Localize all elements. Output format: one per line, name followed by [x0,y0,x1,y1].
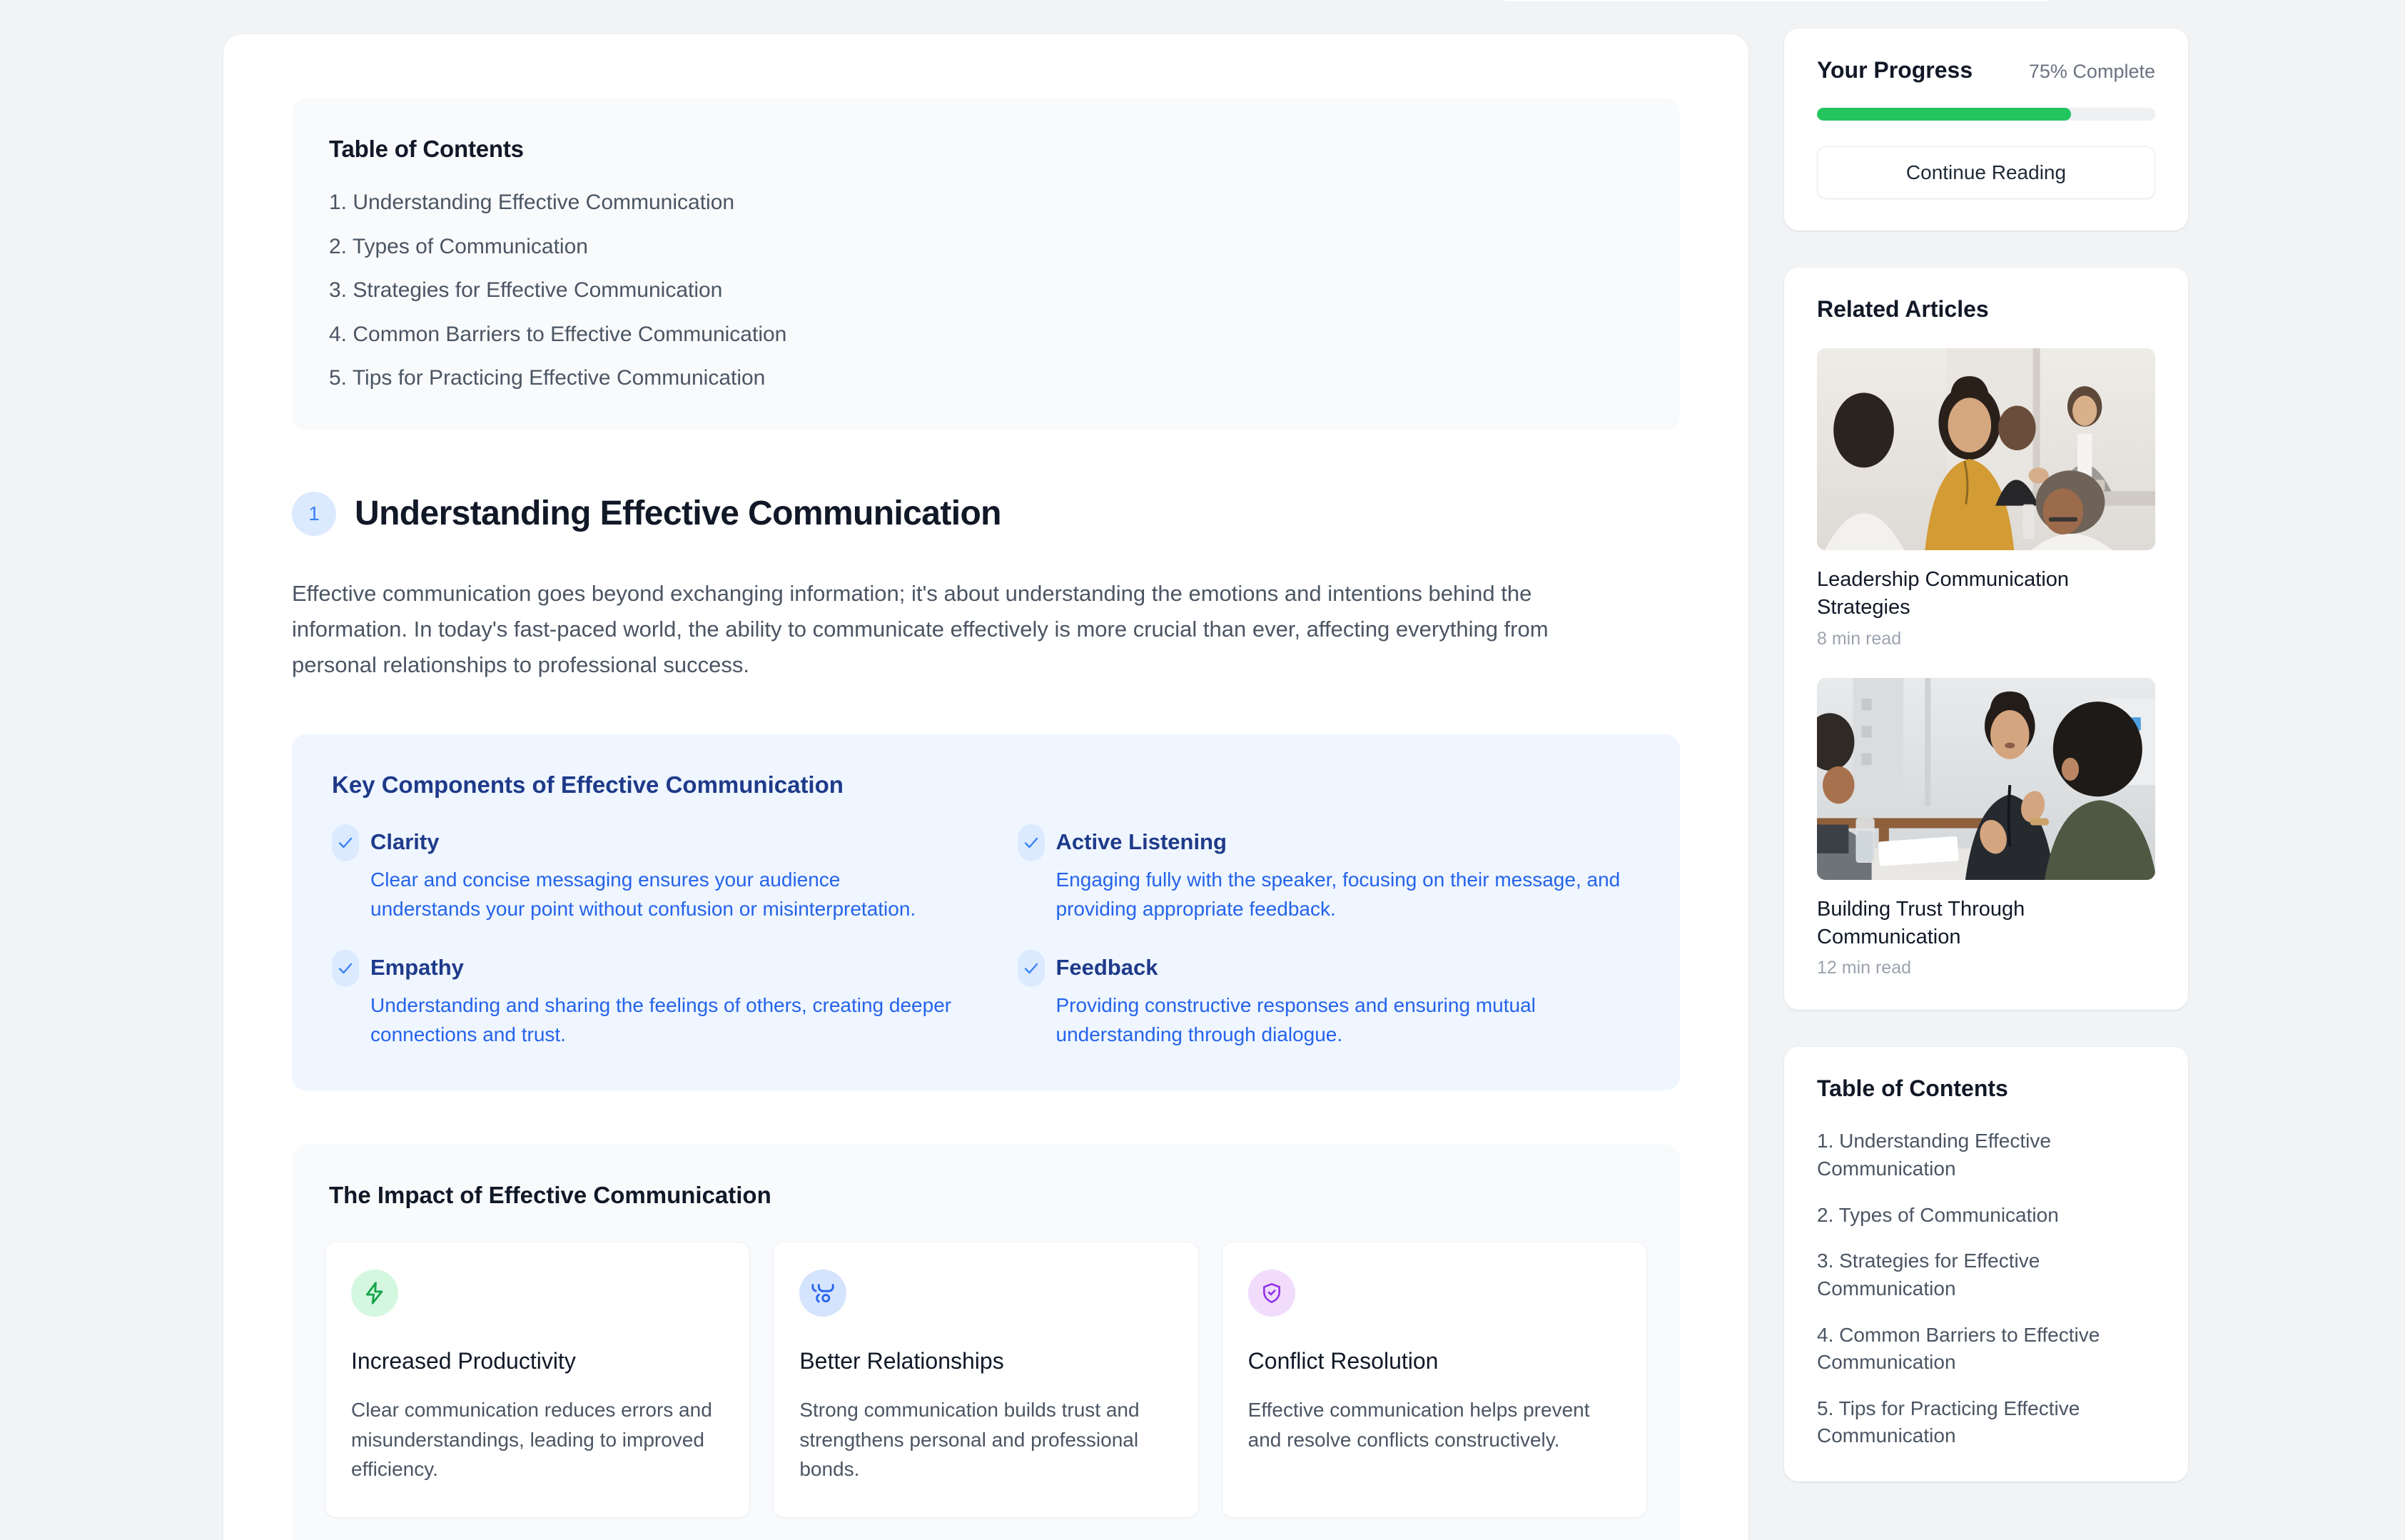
key-component-item: Clarity Clear and concise messaging ensu… [332,824,955,924]
key-component-name: Active Listening [1055,829,1227,855]
related-articles-title: Related Articles [1817,296,1989,322]
progress-percent-label: 75% Complete [2028,61,2155,82]
impact-panel: The Impact of Effective Communication In… [292,1145,1680,1540]
sidebar-toc-item[interactable]: 2. Types of Communication [1817,1202,2155,1230]
section-title: Understanding Effective Communication [355,495,1002,532]
sidebar-toc-item[interactable]: 5. Tips for Practicing Effective Communi… [1817,1395,2155,1450]
impact-card-desc: Effective communication helps prevent an… [1247,1399,1590,1451]
sidebar-toc-item[interactable]: 4. Common Barriers to Effective Communic… [1817,1322,2155,1377]
sidebar: Your Progress 75% Complete Continue Read… [1784,29,2188,1519]
continue-reading-button[interactable]: Continue Reading [1817,146,2155,199]
impact-card[interactable]: Conflict Resolution Effective communicat… [1221,1242,1647,1518]
related-articles-card: Related Articles Leadership Communicatio… [1784,268,2188,1010]
progress-card: Your Progress 75% Complete Continue Read… [1784,29,2188,231]
impact-card[interactable]: Increased Productivity Clear communicati… [325,1242,751,1518]
check-icon [1017,824,1045,862]
related-article-thumbnail [1817,348,2155,550]
key-component-item: Feedback Providing constructive response… [1017,949,1641,1050]
sidebar-toc-title: Table of Contents [1817,1075,2008,1102]
key-component-desc: Understanding and sharing the feelings o… [370,993,952,1045]
inline-toc-item[interactable]: 1. Understanding Effective Communication [329,188,1643,218]
progress-bar-fill [1817,108,2071,121]
shield-check-icon [1247,1270,1295,1317]
key-component-name: Feedback [1055,954,1158,980]
related-article-title: Building Trust Through Communication [1817,897,2025,948]
key-components-title: Key Components of Effective Communicatio… [332,771,844,799]
impact-card-title: Better Relationships [799,1348,1004,1374]
key-component-item: Empathy Understanding and sharing the fe… [332,949,955,1050]
impact-panel-title: The Impact of Effective Communication [329,1182,771,1209]
inline-toc-list: 1. Understanding Effective Communication… [329,188,1643,393]
impact-card-desc: Strong communication builds trust and st… [799,1399,1140,1481]
impact-card-desc: Clear communication reduces errors and m… [351,1399,712,1481]
section-paragraph: Effective communication goes beyond exch… [292,580,1549,677]
related-article-meta: 8 min read [1817,628,1902,649]
related-article-item[interactable]: Leadership Communication Strategies 8 mi… [1817,348,2155,649]
inline-toc-item[interactable]: 5. Tips for Practicing Effective Communi… [329,364,1643,393]
check-icon [332,824,359,862]
sidebar-table-of-contents-card: Table of Contents 1. Understanding Effec… [1784,1047,2188,1482]
impact-card-title: Conflict Resolution [1247,1348,1439,1374]
article-page: Table of Contents 1. Understanding Effec… [0,0,2405,1540]
sidebar-toc-item[interactable]: 1. Understanding Effective Communication [1817,1128,2155,1182]
related-article-item[interactable]: Building Trust Through Communication 12 … [1817,677,2155,979]
section-heading: 1 Understanding Effective Communication [292,491,1680,536]
key-component-desc: Engaging fully with the speaker, focusin… [1055,868,1621,921]
office-meeting-photo [1817,348,2155,550]
progress-header: Your Progress 75% Complete [1817,57,2155,83]
section-number-badge: 1 [292,491,336,536]
impact-card-grid: Increased Productivity Clear communicati… [325,1242,1647,1518]
impact-card[interactable]: Better Relationships Strong communicatio… [773,1242,1199,1518]
inline-toc-item[interactable]: 2. Types of Communication [329,233,1643,262]
key-component-item: Active Listening Engaging fully with the… [1017,824,1641,924]
related-article-meta: 12 min read [1817,958,1912,978]
check-icon [1017,949,1045,987]
key-components-grid: Clarity Clear and concise messaging ensu… [332,824,1641,1050]
progress-bar-track [1817,108,2155,121]
related-article-thumbnail [1817,677,2155,880]
key-component-name: Empathy [370,954,464,980]
related-article-title: Leadership Communication Strategies [1817,568,2070,619]
impact-card-title: Increased Productivity [351,1348,576,1374]
key-component-desc: Clear and concise messaging ensures your… [370,868,916,921]
check-icon [332,949,359,987]
sidebar-toc-item[interactable]: 3. Strategies for Effective Communicatio… [1817,1247,2155,1302]
inline-toc-item[interactable]: 3. Strategies for Effective Communicatio… [329,276,1643,305]
inline-toc-item[interactable]: 4. Common Barriers to Effective Communic… [329,320,1643,350]
inline-table-of-contents-panel: Table of Contents 1. Understanding Effec… [292,98,1680,430]
main-article-card: Table of Contents 1. Understanding Effec… [223,34,1748,1540]
sidebar-toc-list: 1. Understanding Effective Communication… [1817,1128,2155,1450]
inline-toc-title: Table of Contents [329,136,524,162]
users-icon [799,1270,847,1317]
key-component-name: Clarity [370,829,440,855]
progress-title: Your Progress [1817,57,1973,83]
conversation-meeting-photo [1817,677,2155,880]
key-component-desc: Providing constructive responses and ens… [1055,993,1536,1045]
lightning-bolt-icon [351,1270,398,1317]
background-card-sliver [1499,0,2055,1]
key-components-panel: Key Components of Effective Communicatio… [292,734,1680,1091]
